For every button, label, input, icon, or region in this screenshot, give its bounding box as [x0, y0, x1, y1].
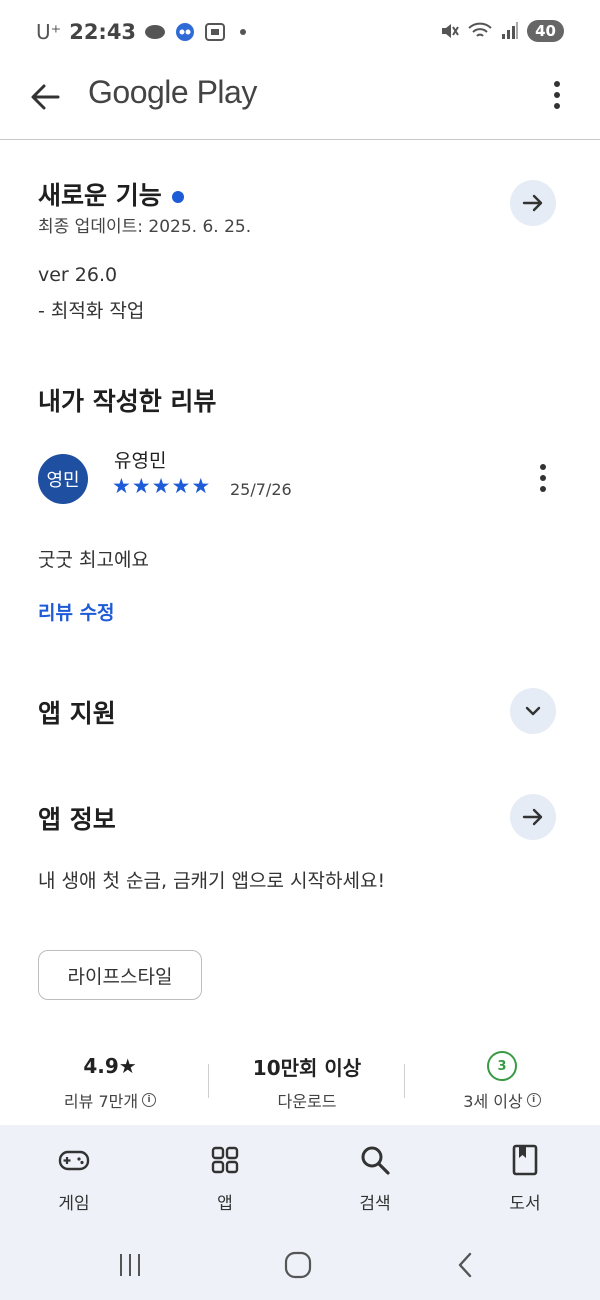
review-more-vert-icon[interactable] — [532, 462, 554, 494]
nav-label-games: 게임 — [58, 1194, 90, 1214]
app-title: Google Play — [88, 74, 257, 110]
whats-new-arrow-button[interactable] — [510, 180, 556, 226]
app-notification-icon — [176, 23, 195, 41]
star-icon: ★ — [112, 474, 131, 498]
age-rating-stat[interactable]: 3 3세 이상 i — [422, 1050, 582, 1112]
nav-item-books[interactable]: 도서 — [465, 1125, 585, 1214]
app-support-expand-button[interactable] — [510, 688, 556, 734]
chat-bubble-icon — [145, 25, 166, 39]
search-icon — [361, 1146, 390, 1175]
my-review-title: 내가 작성한 리뷰 — [38, 387, 217, 416]
rating-label: 리뷰 7만개 — [63, 1092, 139, 1111]
whats-new-title-text: 새로운 기능 — [38, 181, 162, 210]
app-bar: Google Play — [0, 64, 600, 140]
more-vert-icon[interactable] — [546, 78, 568, 112]
version-text: ver 26.0 — [38, 264, 118, 286]
app-info-title: 앱 정보 — [38, 805, 116, 834]
apps-grid-icon — [211, 1146, 239, 1174]
recent-apps-icon[interactable] — [116, 1251, 144, 1279]
release-notes-text: - 최적화 작업 — [38, 300, 145, 322]
status-bar: U⁺ 22:43 40 — [0, 0, 600, 64]
arrow-right-icon — [522, 808, 543, 826]
age-rating-badge: 3 — [487, 1051, 517, 1081]
stat-divider — [208, 1064, 209, 1098]
review-text: 굿굿 최고에요 — [38, 549, 149, 571]
rating-value: 4.9★ — [83, 1054, 137, 1078]
star-icon: ★ — [171, 474, 191, 498]
nav-label-books: 도서 — [509, 1194, 541, 1214]
more-notifications-dot — [240, 29, 247, 35]
nav-label-apps: 앱 — [217, 1194, 233, 1214]
system-navigation-bar — [0, 1235, 600, 1300]
battery-indicator: 40 — [527, 20, 564, 42]
bottom-navigation: 게임 앱 검색 도서 — [0, 1125, 600, 1235]
star-icon: ★ — [151, 474, 171, 498]
nav-item-search[interactable]: 검색 — [315, 1125, 435, 1214]
arrow-right-icon — [522, 194, 543, 212]
star-icon: ★ — [191, 474, 211, 498]
mute-icon — [442, 24, 459, 38]
category-chip[interactable]: 라이프스타일 — [38, 950, 202, 1000]
screenshot-icon — [205, 23, 226, 41]
stat-divider — [404, 1064, 405, 1098]
nav-label-search: 검색 — [359, 1194, 391, 1214]
signal-icon — [502, 22, 519, 39]
back-arrow-icon[interactable] — [28, 80, 62, 114]
review-date: 25/7/26 — [230, 480, 292, 499]
edit-review-link[interactable]: 리뷰 수정 — [38, 598, 115, 625]
app-info-arrow-button[interactable] — [510, 794, 556, 840]
info-icon: i — [142, 1093, 157, 1107]
rating-stat[interactable]: 4.9★ 리뷰 7만개 i — [30, 1052, 190, 1112]
wifi-icon — [468, 22, 492, 37]
chevron-down-icon — [525, 706, 541, 716]
nav-item-apps[interactable]: 앱 — [165, 1125, 285, 1214]
star-icon: ★ — [131, 474, 151, 498]
app-description: 내 생애 첫 순금, 금캐기 앱으로 시작하세요! — [38, 870, 386, 892]
downloads-label: 다운로드 — [277, 1092, 337, 1111]
whats-new-title: 새로운 기능 — [38, 176, 184, 212]
avatar: 영민 — [38, 454, 88, 504]
last-updated-text: 최종 업데이트: 2025. 6. 25. — [38, 217, 252, 237]
gamepad-icon — [58, 1150, 90, 1171]
review-star-rating: ★ ★ ★ ★ ★ — [112, 474, 211, 498]
age-rating-label: 3세 이상 — [463, 1092, 523, 1111]
book-icon — [512, 1144, 538, 1176]
new-indicator-dot — [171, 191, 184, 203]
info-icon: i — [526, 1093, 541, 1107]
app-support-title: 앱 지원 — [38, 699, 116, 728]
downloads-stat: 10만회 이상 다운로드 — [222, 1052, 392, 1112]
nav-item-games[interactable]: 게임 — [14, 1125, 134, 1214]
home-icon[interactable] — [284, 1251, 312, 1279]
review-author-name: 유영민 — [114, 450, 167, 472]
downloads-value: 10만회 이상 — [252, 1055, 362, 1080]
carrier-label: U⁺ — [36, 20, 62, 44]
clock: 22:43 — [69, 20, 137, 44]
system-back-icon[interactable] — [452, 1251, 480, 1279]
